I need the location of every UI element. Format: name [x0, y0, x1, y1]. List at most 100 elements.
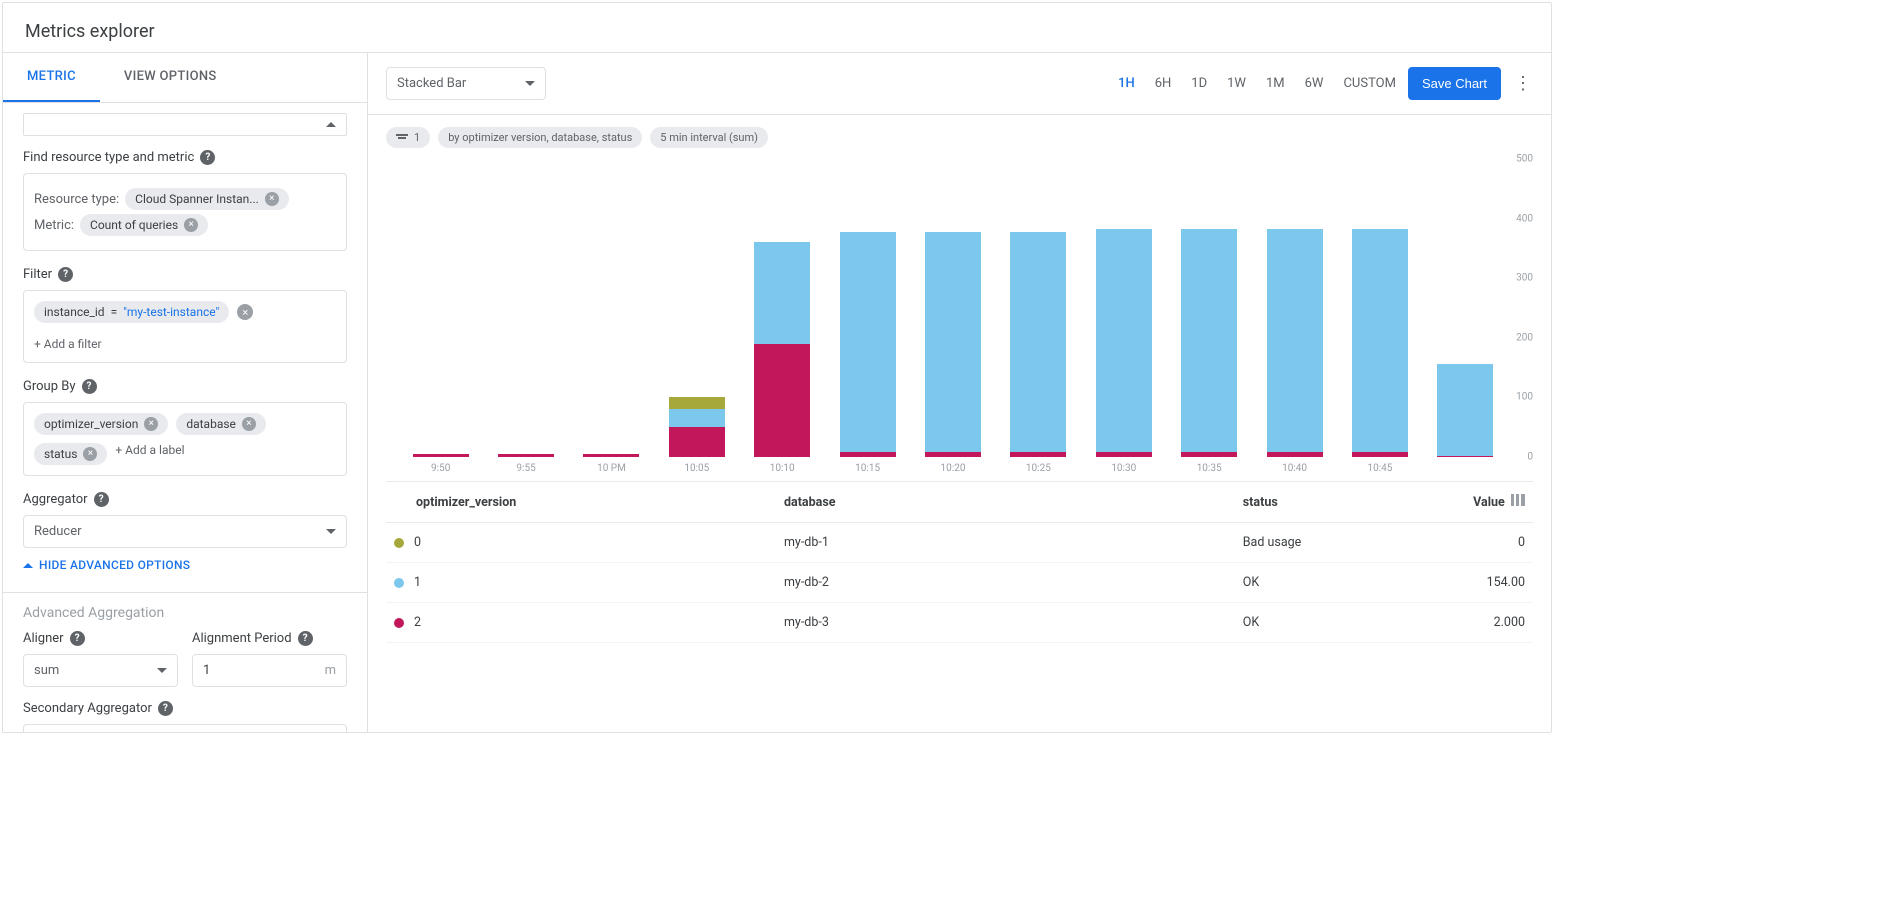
bar[interactable] [1437, 364, 1493, 457]
bar-segment [498, 454, 554, 457]
chart-type-select[interactable]: Stacked Bar [386, 67, 546, 100]
tab-view-options[interactable]: VIEW OPTIONS [100, 53, 241, 102]
bar[interactable] [1352, 229, 1408, 457]
help-icon[interactable]: ? [200, 150, 215, 165]
stacked-bar-chart[interactable]: 0100200300400500 9:509:5510 PM10:0510:10… [386, 152, 1533, 482]
col-optimizer-version[interactable]: optimizer_version [416, 495, 516, 510]
collapse-toggle[interactable] [23, 113, 347, 136]
col-database[interactable]: database [776, 482, 1235, 523]
add-filter-button[interactable]: + Add a filter [34, 337, 102, 351]
help-icon[interactable]: ? [94, 492, 109, 507]
bar[interactable] [1096, 229, 1152, 457]
remove-filter-icon[interactable]: × [237, 304, 253, 320]
bar-segment [1267, 229, 1323, 453]
aligner-label: Aligner [23, 631, 64, 646]
bar[interactable] [754, 242, 810, 457]
series-color-dot [394, 538, 404, 548]
bar[interactable] [840, 232, 896, 457]
col-value[interactable]: Value [1473, 495, 1505, 510]
bar-segment [840, 452, 896, 457]
series-color-dot [394, 618, 404, 628]
advanced-aggregation-section: Advanced Aggregation Aligner ? sum [3, 592, 367, 732]
bar-segment [1096, 229, 1152, 453]
y-tick: 200 [1516, 332, 1533, 343]
group-by-chip[interactable]: database× [176, 413, 266, 435]
resource-metric-box: Resource type: Cloud Spanner Instan... ×… [23, 173, 347, 251]
range-1d[interactable]: 1D [1191, 76, 1207, 91]
bar-segment [583, 454, 639, 457]
help-icon[interactable]: ? [298, 631, 313, 646]
group-by-chip[interactable]: optimizer_version× [34, 413, 168, 435]
range-1h[interactable]: 1H [1118, 76, 1135, 91]
help-icon[interactable]: ? [158, 701, 173, 716]
bar-segment [925, 232, 981, 453]
alignment-period-input[interactable]: 1 m [192, 654, 347, 687]
x-tick: 10:05 [684, 463, 709, 474]
more-menu-icon[interactable]: ⋮ [1513, 73, 1533, 94]
bar-segment [1437, 364, 1493, 456]
resource-type-chip[interactable]: Cloud Spanner Instan... × [125, 188, 289, 210]
chevron-down-icon [157, 668, 167, 673]
bar[interactable] [1267, 229, 1323, 457]
bar[interactable] [1010, 232, 1066, 457]
bar-segment [413, 454, 469, 457]
remove-icon[interactable]: × [184, 218, 198, 232]
bar-segment [925, 452, 981, 457]
add-group-by-button[interactable]: + Add a label [115, 443, 184, 465]
filter-count-pill[interactable]: 1 [386, 127, 430, 148]
bar-segment [1352, 452, 1408, 457]
aligner-select[interactable]: sum [23, 654, 178, 687]
bar[interactable] [583, 454, 639, 457]
table-row[interactable]: 2my-db-3OK2.000 [386, 603, 1533, 643]
help-icon[interactable]: ? [70, 631, 85, 646]
hide-advanced-toggle[interactable]: HIDE ADVANCED OPTIONS [23, 558, 347, 572]
chevron-up-icon [23, 563, 33, 568]
legend-table: optimizer_version database status Value … [368, 482, 1551, 643]
help-icon[interactable]: ? [82, 379, 97, 394]
bar[interactable] [925, 232, 981, 457]
group-by-box: optimizer_version× database× status× + A… [23, 402, 347, 476]
page-title: Metrics explorer [3, 3, 1551, 52]
x-tick: 10:15 [855, 463, 880, 474]
table-row[interactable]: 0my-db-1Bad usage0 [386, 523, 1533, 563]
series-color-dot [394, 578, 404, 588]
y-tick: 300 [1516, 273, 1533, 284]
metric-chip[interactable]: Count of queries × [80, 214, 208, 236]
x-tick: 10:20 [941, 463, 966, 474]
secondary-aggregator-select[interactable]: none [23, 724, 347, 732]
group-by-chips: optimizer_version× database× status× + A… [34, 413, 336, 465]
bar-segment [1437, 456, 1493, 457]
filter-box: instance_id = "my-test-instance" × + Add… [23, 290, 347, 363]
bar-segment [669, 409, 725, 427]
x-tick: 10:45 [1367, 463, 1392, 474]
chevron-up-icon [326, 122, 336, 127]
range-6w[interactable]: 6W [1305, 76, 1324, 91]
bar-segment [669, 397, 725, 409]
remove-icon[interactable]: × [144, 417, 158, 431]
range-custom[interactable]: CUSTOM [1343, 76, 1395, 91]
bar-segment [1096, 452, 1152, 457]
remove-icon[interactable]: × [83, 447, 97, 461]
range-1m[interactable]: 1M [1266, 76, 1285, 91]
bar[interactable] [669, 397, 725, 457]
remove-icon[interactable]: × [265, 192, 279, 206]
filter-chip[interactable]: instance_id = "my-test-instance" [34, 301, 229, 323]
tab-metric[interactable]: METRIC [3, 53, 100, 102]
grouping-pill[interactable]: by optimizer version, database, status [438, 127, 642, 148]
remove-icon[interactable]: × [242, 417, 256, 431]
bar[interactable] [498, 454, 554, 457]
save-chart-button[interactable]: Save Chart [1408, 67, 1501, 100]
aggregator-select[interactable]: Reducer [23, 515, 347, 548]
bar-segment [669, 427, 725, 457]
group-by-chip[interactable]: status× [34, 443, 107, 465]
range-1w[interactable]: 1W [1227, 76, 1246, 91]
col-status[interactable]: status [1235, 482, 1441, 523]
table-row[interactable]: 1my-db-2OK154.00 [386, 563, 1533, 603]
column-chooser-icon[interactable] [1511, 494, 1525, 506]
help-icon[interactable]: ? [58, 267, 73, 282]
interval-pill[interactable]: 5 min interval (sum) [650, 127, 768, 148]
bar[interactable] [413, 454, 469, 457]
find-metric-label: Find resource type and metric [23, 150, 194, 165]
bar[interactable] [1181, 229, 1237, 457]
range-6h[interactable]: 6H [1155, 76, 1172, 91]
